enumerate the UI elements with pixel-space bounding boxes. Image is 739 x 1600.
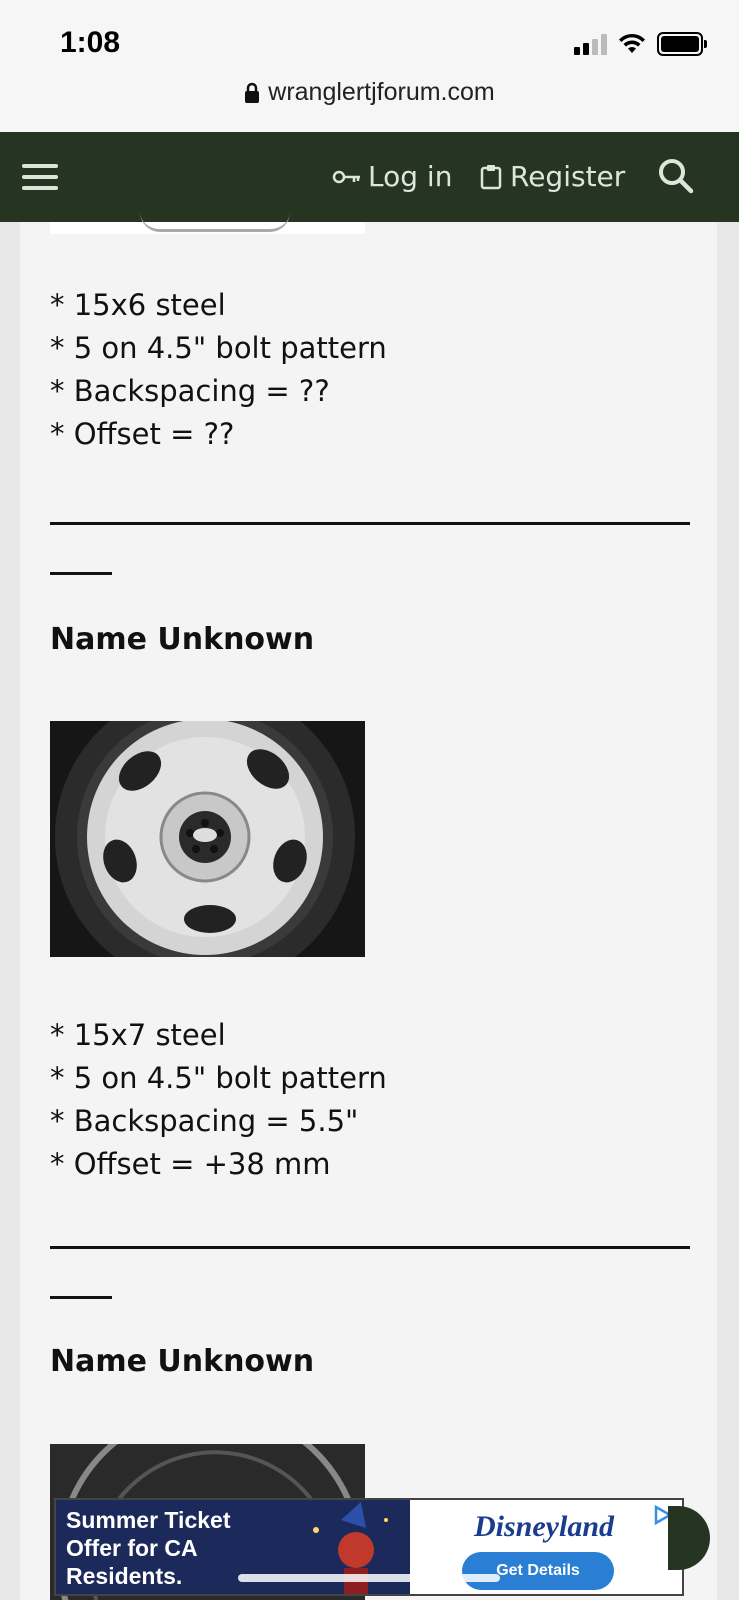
spec-line: * 5 on 4.5" bolt pattern <box>50 331 387 365</box>
ad-headline-line: Residents. <box>66 1563 183 1589</box>
spec-line: * Offset = +38 mm <box>50 1147 331 1181</box>
ad-headline-line: Summer Ticket <box>66 1507 231 1533</box>
login-label: Log in <box>368 160 453 193</box>
divider-2 <box>50 1246 690 1299</box>
wheel2-name: Name Unknown <box>50 622 315 657</box>
register-link[interactable]: Register <box>480 160 625 193</box>
browser-chrome: 1:08 wranglertjforum.com <box>0 0 739 132</box>
wifi-icon <box>619 33 645 53</box>
ad-headline: Summer Ticket Offer for CA Residents. <box>66 1506 230 1590</box>
wheel2-specs: * 15x7 steel * 5 on 4.5" bolt pattern * … <box>50 1014 387 1186</box>
wheel-photo <box>50 721 365 957</box>
address-bar[interactable]: wranglertjforum.com <box>0 78 739 107</box>
url-text: wranglertjforum.com <box>268 78 495 106</box>
cellular-signal-icon <box>574 33 607 55</box>
menu-icon[interactable] <box>22 164 58 190</box>
lock-icon <box>245 83 260 104</box>
wheel3-name: Name Unknown <box>50 1344 315 1379</box>
search-icon[interactable] <box>656 156 696 196</box>
login-link[interactable]: Log in <box>332 160 452 193</box>
post-content: * 15x6 steel * 5 on 4.5" bolt pattern * … <box>20 222 717 1600</box>
spec-line: * Backspacing = 5.5" <box>50 1104 359 1138</box>
battery-icon <box>657 32 707 56</box>
home-indicator <box>238 1574 500 1582</box>
site-navbar: Log in Register <box>0 132 739 222</box>
key-icon <box>332 170 360 183</box>
ad-brand: Disneyland <box>474 1510 615 1543</box>
spec-line: * Offset = ?? <box>50 417 235 451</box>
clipboard-icon <box>480 164 502 189</box>
spec-line: * 15x7 steel <box>50 1018 226 1052</box>
register-label: Register <box>510 160 626 193</box>
status-time: 1:08 <box>60 26 121 59</box>
ad-headline-line: Offer for CA <box>66 1535 198 1561</box>
divider-1 <box>50 522 690 575</box>
status-icons <box>574 32 707 56</box>
ad-cta-button[interactable]: Get Details <box>462 1552 614 1590</box>
spec-line: * Backspacing = ?? <box>50 374 330 408</box>
wheel-image-2 <box>50 721 365 957</box>
spec-line: * 15x6 steel <box>50 288 226 322</box>
spec-line: * 5 on 4.5" bolt pattern <box>50 1061 387 1095</box>
wheel1-specs: * 15x6 steel * 5 on 4.5" bolt pattern * … <box>50 284 387 456</box>
wheel-image-1-partial <box>50 222 365 234</box>
